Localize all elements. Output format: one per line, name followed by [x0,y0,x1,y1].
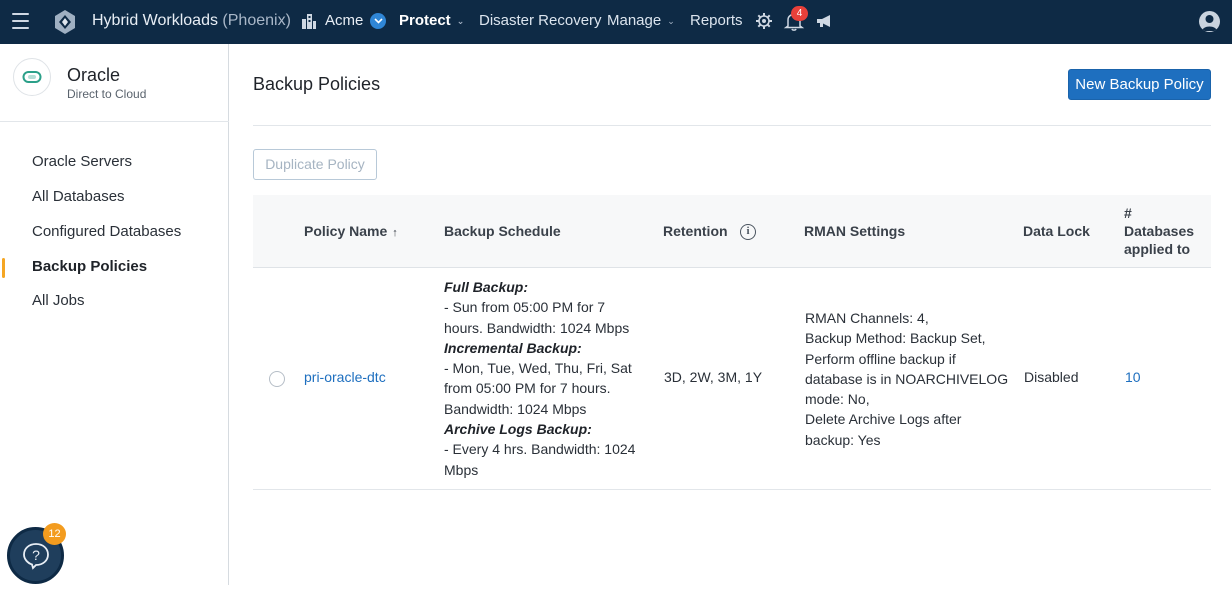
policy-name-link[interactable]: pri-oracle-dtc [304,369,386,385]
sidebar-item-all-databases[interactable]: All Databases [32,188,125,205]
gear-icon[interactable] [753,10,775,32]
page-title: Backup Policies [253,74,381,94]
sidebar-item-oracle-servers[interactable]: Oracle Servers [32,153,132,170]
rman-backup-method: Backup Method: Backup Set, [805,330,986,347]
databases-count-link[interactable]: 10 [1125,369,1141,385]
data-lock-cell: Disabled [1024,369,1079,385]
svg-text:?: ? [32,547,40,563]
column-header-retention: Retention [663,223,728,239]
column-header-backup-schedule: Backup Schedule [444,223,561,239]
environment-label: (Phoenix) [222,12,291,29]
nav-manage-label: Manage [607,12,662,29]
row-select-radio[interactable] [269,371,285,387]
full-backup-text: - Sun from 05:00 PM for 7 hours. Bandwid… [444,299,630,336]
megaphone-icon[interactable] [814,10,836,32]
menu-icon[interactable] [12,13,29,29]
top-nav-bar: Hybrid Workloads (Phoenix) Acme Protect ⌄… [0,0,1232,44]
new-backup-policy-button[interactable]: New Backup Policy [1068,69,1211,100]
caret-down-icon: ⌄ [456,15,465,26]
rman-delete-archive-logs: Delete Archive Logs after backup: Yes [805,411,962,448]
nav-reports-label: Reports [690,12,743,29]
logo-icon[interactable] [52,9,78,35]
column-policy-name-label: Policy Name [304,223,388,239]
tenant-selector[interactable]: Acme [301,12,387,29]
chevron-down-icon [370,12,387,29]
nav-disaster-recovery[interactable]: Disaster Recovery [479,12,602,29]
duplicate-policy-button: Duplicate Policy [253,149,377,180]
nav-disaster-recovery-label: Disaster Recovery [479,12,602,29]
sidebar-item-backup-policies[interactable]: Backup Policies [32,258,147,275]
nav-protect-label: Protect [399,12,451,29]
oracle-icon [13,58,51,96]
notification-badge: 4 [791,6,808,21]
nav-protect[interactable]: Protect ⌄ [399,12,464,29]
archive-logs-backup-text: - Every 4 hrs. Bandwidth: 1024 Mbps [444,441,636,478]
caret-down-icon: ⌄ [667,15,675,26]
column-header-policy-name[interactable]: Policy Name ↑ [304,223,398,239]
sidebar: Oracle Direct to Cloud [0,44,229,585]
sidebar-app-name: Oracle [67,65,121,85]
column-header-db-hash: # [1124,205,1132,221]
active-item-marker [2,258,5,278]
app-title: Hybrid Workloads (Phoenix) [92,12,291,30]
user-avatar-icon[interactable] [1199,11,1220,32]
help-badge: 12 [43,523,66,545]
sidebar-app-subtitle: Direct to Cloud [67,87,147,101]
sidebar-item-all-jobs[interactable]: All Jobs [32,292,85,309]
archive-logs-backup-label: Archive Logs Backup: [444,421,592,438]
full-backup-label: Full Backup: [444,279,529,295]
tenant-name: Acme [325,12,364,29]
incremental-backup-text: - Mon, Tue, Wed, Thu, Fri, Sat from 05:0… [444,360,632,417]
title-divider [253,125,1211,126]
backup-schedule-cell: Full Backup: - Sun from 05:00 PM for 7 h… [444,277,644,480]
app-title-text: Hybrid Workloads [92,12,218,29]
rman-offline-backup: Perform offline backup if database is in… [805,350,1009,408]
column-header-databases: Databases [1124,223,1195,239]
incremental-backup-label: Incremental Backup: [444,339,582,356]
sidebar-app-header: Oracle Direct to Cloud [0,44,229,122]
building-icon [302,13,316,29]
info-icon[interactable]: i [740,224,756,240]
column-header-rman-settings: RMAN Settings [804,223,906,239]
retention-cell: 3D, 2W, 3M, 1Y [664,369,763,385]
rman-settings-cell: RMAN Channels: 4, Backup Method: Backup … [805,308,1010,450]
rman-channels: RMAN Channels: 4, [805,310,929,326]
sort-ascending-icon: ↑ [392,227,398,239]
column-header-applied-to: applied to [1124,241,1191,257]
help-icon: ? [22,542,49,570]
nav-reports[interactable]: Reports [690,12,743,29]
nav-manage[interactable]: Manage ⌄ [607,12,675,29]
column-header-data-lock: Data Lock [1023,223,1090,239]
sidebar-item-configured-databases[interactable]: Configured Databases [32,223,181,240]
